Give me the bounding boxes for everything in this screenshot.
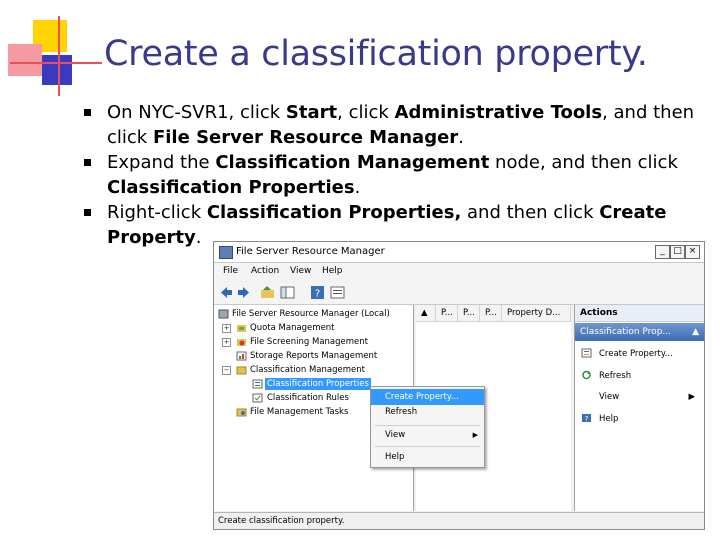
help-icon: ? xyxy=(582,414,591,423)
server-icon xyxy=(218,309,229,319)
window-title: File Server Resource Manager xyxy=(236,246,385,257)
expand-icon[interactable]: + xyxy=(222,324,231,333)
back-arrow-icon[interactable] xyxy=(219,285,234,300)
sort-arrow-header[interactable]: ▲ xyxy=(416,305,436,322)
properties-icon[interactable] xyxy=(330,285,345,300)
tree-item-storage-reports-management[interactable]: Storage Reports Management xyxy=(250,351,377,361)
minimize-button[interactable]: _ xyxy=(655,245,670,259)
actions-pane: Actions Classification Prop... ▲ Create … xyxy=(574,305,704,511)
create-property-icon xyxy=(581,348,592,358)
tree-item-classification-properties[interactable]: Classification Properties xyxy=(265,378,371,390)
bold-text: Classification Properties xyxy=(107,177,355,198)
collapse-arrow-icon[interactable]: ▲ xyxy=(692,323,699,341)
text: . xyxy=(195,227,202,248)
list-item: On NYC-SVR1, click Start, click Administ… xyxy=(84,100,704,150)
bold-text: Start xyxy=(285,102,338,123)
list-item: Expand the Classification Management nod… xyxy=(84,150,704,200)
menu-bar: File Action View Help xyxy=(214,263,704,281)
menu-action[interactable]: Action xyxy=(251,266,279,276)
blue-square xyxy=(42,55,72,85)
help-icon[interactable]: ? xyxy=(310,285,325,300)
red-line-horizontal xyxy=(10,62,102,64)
bullet-icon xyxy=(84,159,91,166)
context-view[interactable]: View ▶ xyxy=(371,427,484,443)
column-header[interactable]: P... xyxy=(458,305,480,322)
refresh-icon xyxy=(582,370,591,380)
forward-arrow-icon[interactable] xyxy=(236,285,251,300)
instruction-list: On NYC-SVR1, click Start, click Administ… xyxy=(84,100,704,250)
red-line-vertical xyxy=(58,16,60,96)
classification-properties-icon xyxy=(252,379,263,389)
submenu-arrow-icon: ▶ xyxy=(688,392,695,402)
tree-item-classification-rules[interactable]: Classification Rules xyxy=(267,393,349,403)
tree-root[interactable]: File Server Resource Manager (Local) xyxy=(232,309,390,319)
bold-text: File Server Resource Manager xyxy=(152,127,459,148)
bullet-icon xyxy=(84,109,91,116)
action-help[interactable]: Help xyxy=(599,414,618,424)
column-header[interactable]: Property D... xyxy=(502,305,571,322)
actions-section-header[interactable]: Classification Prop... ▲ xyxy=(575,323,704,341)
text: . xyxy=(458,127,464,148)
text: and then click xyxy=(461,202,600,223)
file-screening-icon xyxy=(237,339,246,346)
context-create-property[interactable]: Create Property... xyxy=(371,389,484,405)
menu-file[interactable]: File xyxy=(223,266,238,276)
quota-icon xyxy=(237,325,246,332)
pink-square xyxy=(8,44,42,76)
tree-item-quota-management[interactable]: Quota Management xyxy=(250,323,335,333)
actions-section-label: Classification Prop... xyxy=(580,327,671,337)
file-management-tasks-icon xyxy=(236,408,247,417)
action-view-label: View xyxy=(599,392,620,402)
text: , click xyxy=(337,102,395,123)
context-menu: Create Property... Refresh View ▶ Help xyxy=(370,386,485,468)
status-bar: Create classification property. xyxy=(214,512,704,529)
classification-folder-icon xyxy=(236,366,247,375)
expand-icon[interactable]: + xyxy=(222,338,231,347)
menu-view[interactable]: View xyxy=(290,266,311,276)
collapse-icon[interactable]: − xyxy=(222,366,231,375)
column-header[interactable]: P... xyxy=(480,305,502,322)
text: Right-click xyxy=(107,202,207,223)
title-bar: File Server Resource Manager _ □ × xyxy=(214,242,704,263)
context-help[interactable]: Help xyxy=(371,449,484,465)
text: Expand the xyxy=(107,152,216,173)
actions-header: Actions xyxy=(575,305,704,322)
app-icon xyxy=(219,246,233,259)
action-refresh[interactable]: Refresh xyxy=(599,371,631,381)
tree-item-file-screening-management[interactable]: File Screening Management xyxy=(250,337,368,347)
menu-help[interactable]: Help xyxy=(322,266,343,276)
maximize-button[interactable]: □ xyxy=(670,245,685,259)
bullet-icon xyxy=(84,209,91,216)
action-create-property[interactable]: Create Property... xyxy=(599,349,673,359)
submenu-arrow-icon: ▶ xyxy=(472,431,478,439)
text: . xyxy=(354,177,361,198)
text: node, and then click xyxy=(489,152,678,173)
page-title: Create a classification property. xyxy=(104,34,648,74)
text: On NYC-SVR1, click xyxy=(107,102,286,123)
storage-reports-icon xyxy=(236,351,247,361)
tree-item-classification-management[interactable]: Classification Management xyxy=(250,365,365,375)
column-header[interactable]: P... xyxy=(436,305,458,322)
up-folder-icon[interactable] xyxy=(260,285,275,300)
svg-text:?: ? xyxy=(315,289,320,300)
classification-rules-icon xyxy=(252,393,263,403)
toolbar: ? xyxy=(214,282,704,305)
bold-text: Classification Properties, xyxy=(206,202,462,223)
svg-text:?: ? xyxy=(585,415,589,423)
bold-text: Administrative Tools xyxy=(394,102,603,123)
menu-separator xyxy=(375,446,480,447)
action-view[interactable]: View ▶ xyxy=(599,392,695,402)
context-view-label: View xyxy=(385,430,406,440)
close-button[interactable]: × xyxy=(685,245,700,259)
show-hide-tree-icon[interactable] xyxy=(280,285,295,300)
tree-item-file-management-tasks[interactable]: File Management Tasks xyxy=(250,407,348,417)
status-text: Create classification property. xyxy=(218,516,345,526)
sort-arrow-icon: ▲ xyxy=(421,308,428,318)
context-refresh[interactable]: Refresh xyxy=(371,404,484,420)
menu-separator xyxy=(375,425,480,426)
bold-text: Classification Management xyxy=(215,152,490,173)
